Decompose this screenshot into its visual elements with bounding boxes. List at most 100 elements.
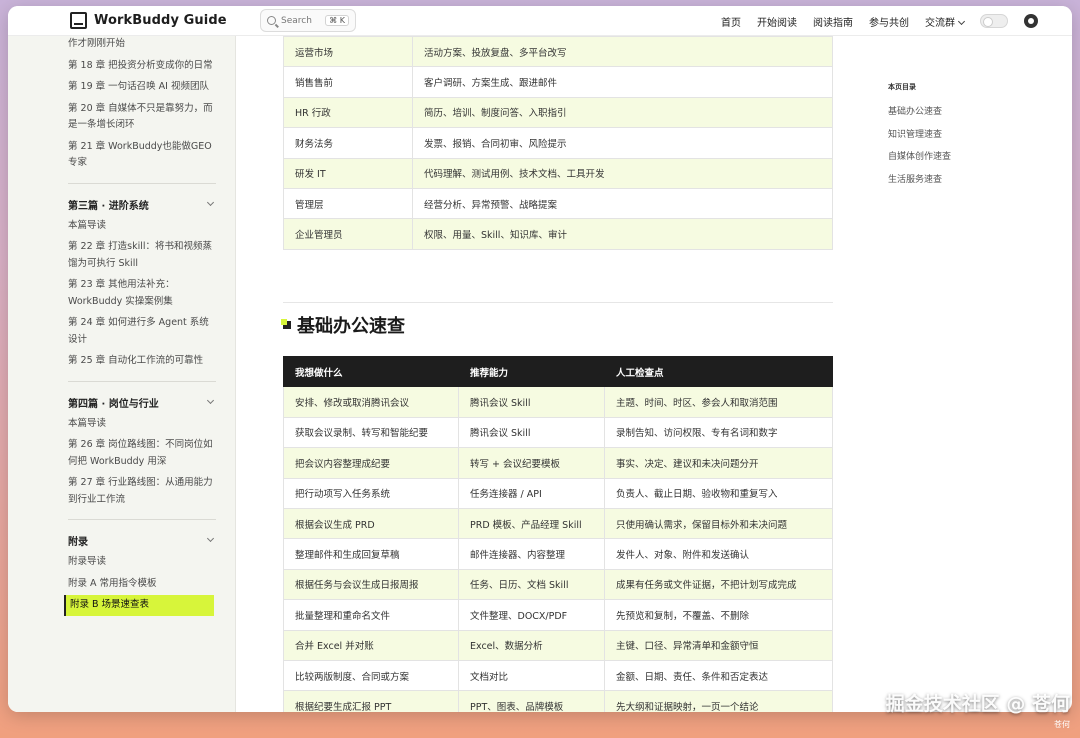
table-row: 批量整理和重命名文件 文件整理、DOCX/PDF 先预览和复制，不覆盖、不删除 xyxy=(283,599,833,631)
sidebar-link[interactable]: 附录 A 常用指令模板 xyxy=(68,574,216,596)
sidebar-section-advanced[interactable]: 第三篇 · 进阶系统 xyxy=(68,188,216,216)
table-cell: PPT、图表、品牌模板 xyxy=(458,690,605,712)
nav-community-label: 交流群 xyxy=(925,17,955,29)
table-cell: 简历、培训、制度问答、入职指引 xyxy=(412,96,833,129)
table-cell: 批量整理和重命名文件 xyxy=(283,599,459,631)
sidebar-link[interactable]: 第 27 章 行业路线图：从通用能力到行业工作流 xyxy=(68,473,216,511)
table-header-row: 我想做什么 推荐能力 人工检查点 xyxy=(283,355,833,388)
table-cell: 销售售前 xyxy=(283,66,413,98)
table-row: 安排、修改或取消腾讯会议 腾讯会议 Skill 主题、时间、时区、参会人和取消范围 xyxy=(283,386,833,418)
table-cell: 财务法务 xyxy=(283,127,413,159)
sidebar-link[interactable]: 作才刚刚开始 xyxy=(68,36,216,56)
github-icon[interactable] xyxy=(1024,14,1038,28)
table-cell: HR 行政 xyxy=(283,96,413,129)
sidebar-section-title: 第三篇 · 进阶系统 xyxy=(68,200,149,212)
sidebar-link[interactable]: 第 23 章 其他用法补充：WorkBuddy 实操案例集 xyxy=(68,275,216,313)
chevron-down-icon xyxy=(206,396,215,404)
sidebar-divider xyxy=(68,519,216,520)
table-cell: 根据会议生成 PRD xyxy=(283,507,459,540)
table-cell: 代码理解、测试用例、技术文档、工具开发 xyxy=(412,157,833,189)
sidebar-link[interactable]: 第 24 章 如何进行多 Agent 系统设计 xyxy=(68,313,216,351)
nav-contribute[interactable]: 参与共创 xyxy=(869,14,909,29)
sidebar-link[interactable]: 附录导读 xyxy=(68,552,216,574)
toc-item[interactable]: 基础办公速查 xyxy=(888,101,1038,124)
chevron-down-icon xyxy=(206,198,215,206)
section-divider xyxy=(283,302,833,303)
search-placeholder: Search xyxy=(281,15,312,26)
table-row: 销售售前 客户调研、方案生成、跟进邮件 xyxy=(283,66,833,98)
table-cell: 发件人、对象、附件和发送确认 xyxy=(604,538,833,570)
sidebar-link[interactable]: 第 21 章 WorkBuddy也能做GEO专家 xyxy=(68,137,216,175)
sidebar-link[interactable]: 第 20 章 自媒体不只是靠努力，而是一条增长闭环 xyxy=(68,99,216,137)
sidebar-link[interactable]: 本篇导读 xyxy=(68,414,216,436)
column-header: 推荐能力 xyxy=(458,355,605,388)
search-icon xyxy=(267,16,276,25)
watermark: 掘金技术社区 @ 苍何 xyxy=(885,693,1070,715)
nav-home[interactable]: 首页 xyxy=(721,14,741,29)
sidebar-link[interactable]: 第 25 章 自动化工作流的可靠性 xyxy=(68,351,216,373)
site-logo[interactable]: WorkBuddy Guide xyxy=(70,12,227,29)
toc-item[interactable]: 自媒体创作速查 xyxy=(888,146,1038,169)
table-row: 根据会议生成 PRD PRD 模板、产品经理 Skill 只使用确认需求，保留目标外… xyxy=(283,507,833,540)
table-cell: 客户调研、方案生成、跟进邮件 xyxy=(412,66,833,98)
nav-community-dropdown[interactable]: 交流群 xyxy=(925,14,966,29)
table-cell: 根据任务与会议生成日报周报 xyxy=(283,568,459,601)
table-cell: 负责人、截止日期、验收物和重复写入 xyxy=(604,477,833,509)
sidebar: 作才刚刚开始 第 18 章 把投资分析变成你的日常 第 19 章 一句话召唤 A… xyxy=(8,36,236,712)
sidebar-link[interactable]: 第 22 章 打造skill：将书和视频蒸馏为可执行 Skill xyxy=(68,237,216,275)
toc-item[interactable]: 知识管理速查 xyxy=(888,124,1038,147)
table-row: 把会议内容整理成纪要 转写 + 会议纪要模板 事实、决定、建议和未决问题分开 xyxy=(283,447,833,479)
table-row: 管理层 经营分析、异常预警、战略提案 xyxy=(283,187,833,220)
book-icon xyxy=(70,12,87,29)
nav-reading-guide[interactable]: 阅读指南 xyxy=(813,14,853,29)
toc-item[interactable]: 生活服务速查 xyxy=(888,169,1038,192)
table-cell: 先大纲和证据映射，一页一个结论 xyxy=(604,690,833,712)
table-row: 根据任务与会议生成日报周报 任务、日历、文档 Skill 成果有任务或文件证据，不把… xyxy=(283,568,833,601)
top-nav-bar: WorkBuddy Guide Search ⌘ K 首页 开始阅读 阅读指南 … xyxy=(8,6,1072,36)
table-row: 比较两版制度、合同或方案 文档对比 金额、日期、责任、条件和否定表达 xyxy=(283,659,833,692)
column-header: 我想做什么 xyxy=(283,355,459,388)
roles-table: 运营市场 活动方案、投放复盘、多平台改写 销售售前 客户调研、方案生成、跟进邮件 HR … xyxy=(283,35,833,250)
table-row: 把行动项写入任务系统 任务连接器 / API 负责人、截止日期、验收物和重复写入 xyxy=(283,477,833,509)
sidebar-link[interactable]: 第 18 章 把投资分析变成你的日常 xyxy=(68,56,216,78)
chevron-down-icon xyxy=(957,17,966,25)
table-row: HR 行政 简历、培训、制度问答、入职指引 xyxy=(283,96,833,129)
table-cell: 企业管理员 xyxy=(283,218,413,250)
table-cell: 权限、用量、Skill、知识库、审计 xyxy=(412,218,833,250)
table-cell: 只使用确认需求，保留目标外和未决问题 xyxy=(604,507,833,540)
table-cell: 主键、口径、异常清单和金额守恒 xyxy=(604,629,833,661)
table-cell: 比较两版制度、合同或方案 xyxy=(283,659,459,692)
sidebar-link[interactable]: 本篇导读 xyxy=(68,216,216,238)
table-cell: 经营分析、异常预警、战略提案 xyxy=(412,187,833,220)
site-title: WorkBuddy Guide xyxy=(94,13,227,28)
table-cell: 任务、日历、文档 Skill xyxy=(458,568,605,601)
sidebar-link-active[interactable]: 附录 B 场景速查表 xyxy=(64,595,214,616)
sidebar-link[interactable]: 第 19 章 一句话召唤 AI 视频团队 xyxy=(68,77,216,99)
table-cell: 邮件连接器、内容整理 xyxy=(458,538,605,570)
table-cell: 先预览和复制，不覆盖、不删除 xyxy=(604,599,833,631)
table-cell: Excel、数据分析 xyxy=(458,629,605,661)
toc-title: 本页目录 xyxy=(888,83,916,91)
table-row: 整理邮件和生成回复草稿 邮件连接器、内容整理 发件人、对象、附件和发送确认 xyxy=(283,538,833,570)
table-cell: 成果有任务或文件证据，不把计划写成完成 xyxy=(604,568,833,601)
table-cell: 整理邮件和生成回复草稿 xyxy=(283,538,459,570)
table-cell: 管理层 xyxy=(283,187,413,220)
table-cell: 运营市场 xyxy=(283,35,413,68)
table-cell: 发票、报销、合同初审、风险提示 xyxy=(412,127,833,159)
sidebar-section-roles[interactable]: 第四篇 · 岗位与行业 xyxy=(68,386,216,414)
table-cell: 录制告知、访问权限、专有名词和数字 xyxy=(604,416,833,449)
nav-start-reading[interactable]: 开始阅读 xyxy=(757,14,797,29)
table-row: 研发 IT 代码理解、测试用例、技术文档、工具开发 xyxy=(283,157,833,189)
theme-toggle[interactable] xyxy=(980,14,1008,28)
sidebar-divider xyxy=(68,182,216,184)
table-cell: 任务连接器 / API xyxy=(458,477,605,509)
table-cell: 把会议内容整理成纪要 xyxy=(283,447,459,479)
table-cell: 腾讯会议 Skill xyxy=(458,386,605,418)
sidebar-section-appendix[interactable]: 附录 xyxy=(68,524,216,552)
search-button[interactable]: Search ⌘ K xyxy=(260,9,356,32)
table-cell: 文档对比 xyxy=(458,659,605,692)
search-shortcut: ⌘ K xyxy=(325,15,349,26)
sidebar-link[interactable]: 第 26 章 岗位路线图：不同岗位如何把 WorkBuddy 用深 xyxy=(68,435,216,473)
page-toc: 本页目录 基础办公速查 知识管理速查 自媒体创作速查 生活服务速查 xyxy=(888,82,1038,191)
table-row: 财务法务 发票、报销、合同初审、风险提示 xyxy=(283,127,833,159)
